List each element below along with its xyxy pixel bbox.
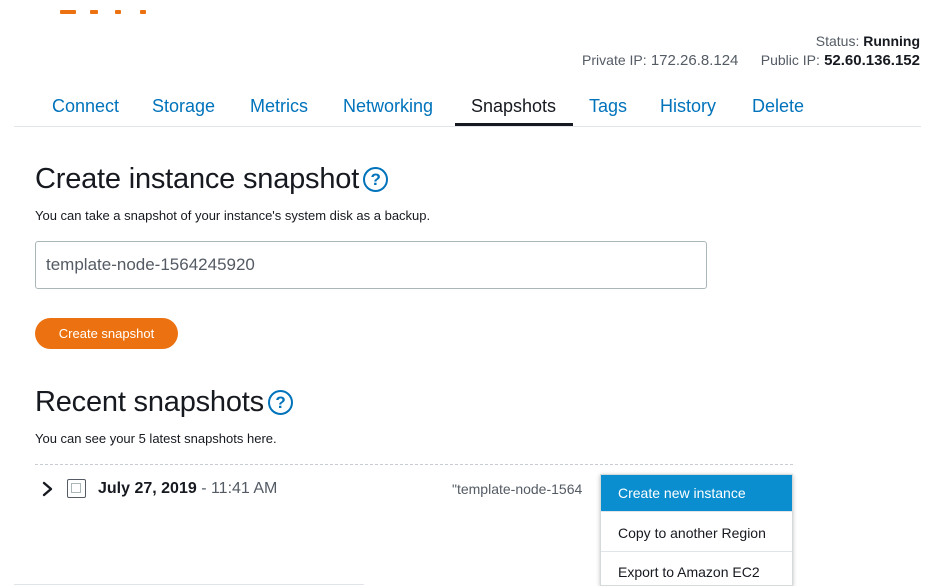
snapshot-date-value: July 27, 2019: [98, 480, 197, 497]
menu-separator: [601, 551, 792, 552]
tab-tags[interactable]: Tags: [589, 96, 627, 117]
snapshot-time: 11:41 AM: [210, 480, 278, 497]
recent-snapshots-description: You can see your 5 latest snapshots here…: [35, 431, 277, 446]
snapshot-name: "template-node-1564: [452, 481, 583, 497]
public-ip-value: 52.60.136.152: [824, 52, 920, 69]
bottom-divider: [14, 584, 364, 585]
create-snapshot-title: Create instance snapshot: [35, 163, 360, 195]
snapshot-name-input[interactable]: [35, 241, 707, 289]
instance-status: Status: Running: [816, 33, 920, 49]
tab-snapshots[interactable]: Snapshots: [471, 96, 556, 117]
private-ip-value: 172.26.8.124: [650, 52, 739, 69]
divider: [35, 464, 793, 465]
menu-item-export-to-ec2[interactable]: Export to Amazon EC2: [601, 554, 792, 585]
instance-tabs: Connect Storage Metrics Networking Snaps…: [14, 88, 921, 127]
tab-networking[interactable]: Networking: [343, 96, 433, 117]
ip-addresses: Private IP: 172.26.8.124 Public IP: 52.6…: [582, 52, 920, 69]
tab-connect[interactable]: Connect: [52, 96, 119, 117]
menu-item-create-new-instance[interactable]: Create new instance: [601, 475, 792, 511]
status-label: Status:: [815, 33, 860, 49]
create-snapshot-heading: Create instance snapshot?: [35, 163, 389, 196]
logo-fragment: [60, 10, 180, 16]
menu-item-copy-to-region[interactable]: Copy to another Region: [601, 515, 792, 551]
tab-storage[interactable]: Storage: [152, 96, 215, 117]
chevron-right-icon[interactable]: [40, 480, 56, 498]
status-value: Running: [863, 33, 920, 49]
public-ip-label: Public IP:: [760, 52, 820, 68]
recent-snapshots-heading: Recent snapshots?: [35, 386, 293, 419]
active-tab-indicator: [455, 123, 573, 126]
question-circle-icon[interactable]: ?: [363, 167, 389, 192]
recent-snapshots-title: Recent snapshots: [35, 386, 264, 418]
tab-metrics[interactable]: Metrics: [250, 96, 308, 117]
date-separator: -: [196, 480, 211, 497]
create-snapshot-description: You can take a snapshot of your instance…: [35, 208, 431, 223]
snapshot-checkbox[interactable]: [67, 479, 86, 498]
tab-history[interactable]: History: [660, 96, 716, 117]
snapshot-actions-menu: Create new instance Copy to another Regi…: [600, 474, 793, 586]
menu-separator: [601, 511, 792, 512]
tab-delete[interactable]: Delete: [752, 96, 804, 117]
private-ip-label: Private IP:: [582, 52, 647, 68]
create-snapshot-button[interactable]: Create snapshot: [35, 318, 178, 349]
snapshot-date: July 27, 2019 - 11:41 AM: [98, 480, 277, 498]
question-circle-icon[interactable]: ?: [267, 390, 293, 415]
